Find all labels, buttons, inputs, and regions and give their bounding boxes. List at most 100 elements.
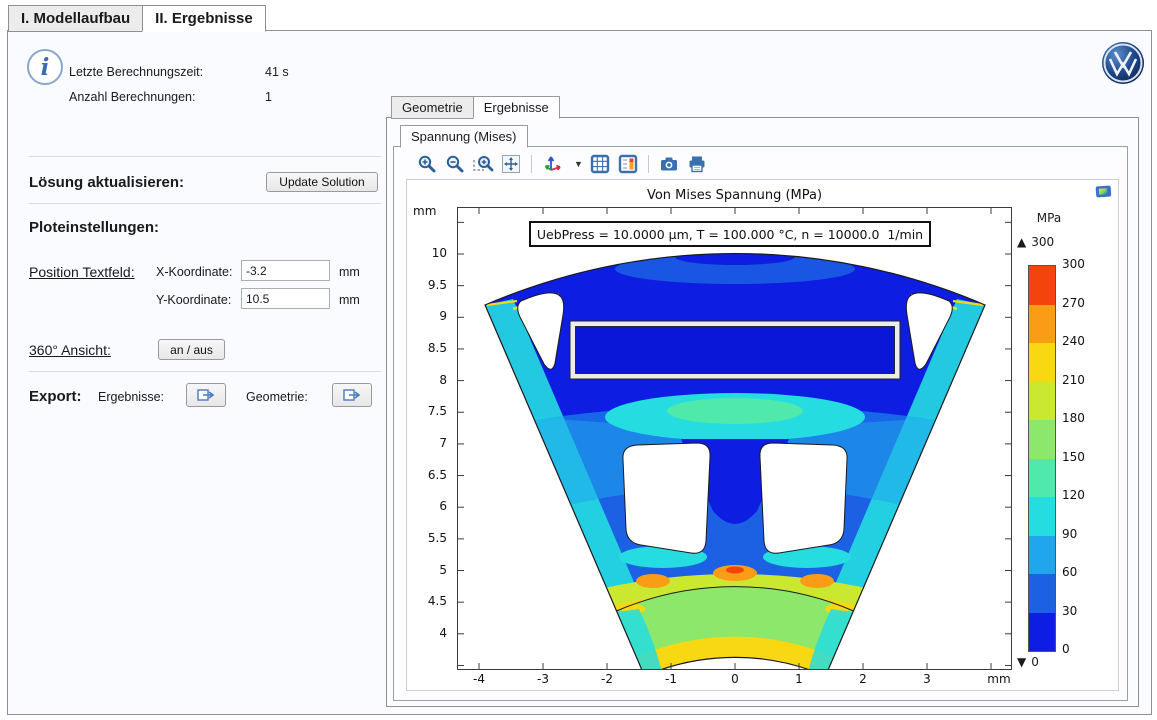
chevron-down-icon[interactable]: ▼ <box>574 159 583 169</box>
y-tick-label: 9 <box>439 309 447 323</box>
colorbar-tick-label: 120 <box>1062 488 1085 502</box>
tab-geometrie[interactable]: Geometrie <box>391 96 474 119</box>
export-icon <box>197 388 215 402</box>
plot-tabstrip: Spannung (Mises) <box>400 125 528 148</box>
colorbar-tick-label: 150 <box>1062 450 1085 464</box>
parameter-annotation: UebPress = 10.0000 µm, T = 100.000 °C, n… <box>529 221 931 247</box>
export-results-label: Ergebnisse: <box>98 390 164 404</box>
contour-field <box>457 207 1012 670</box>
results-page: i Letzte Berechnungszeit: 41 s Anzahl Be… <box>7 30 1152 715</box>
tab-ergebnisse[interactable]: II. Ergebnisse <box>142 5 266 32</box>
update-solution-label: Lösung aktualisieren: <box>29 174 184 191</box>
zoom-out-icon[interactable] <box>444 153 466 175</box>
print-icon[interactable] <box>686 153 708 175</box>
zoom-in-icon[interactable] <box>416 153 438 175</box>
colorbar-segment <box>1029 536 1055 575</box>
toolbar-separator <box>648 155 649 173</box>
last-computation-value: 41 s <box>265 65 289 79</box>
plot-window-icon[interactable] <box>1095 184 1113 203</box>
colorbar-tick-label: 0 <box>1062 642 1070 656</box>
export-results-button[interactable] <box>186 383 226 407</box>
update-solution-button[interactable]: Update Solution <box>266 172 378 192</box>
x-tick-label: 2 <box>859 672 867 686</box>
x-tick-label: -1 <box>665 672 677 686</box>
main-tabstrip: I. Modellaufbau II. Ergebnisse <box>8 5 266 32</box>
export-geometry-label: Geometrie: <box>246 390 308 404</box>
divider <box>29 371 381 372</box>
y-tick-label: 5 <box>439 563 447 577</box>
colorbar-segment <box>1029 382 1055 421</box>
info-icon: i <box>26 48 64 86</box>
tab-spannung-mises[interactable]: Spannung (Mises) <box>400 125 528 148</box>
zoom-extents-icon[interactable] <box>500 153 522 175</box>
colorbar-tick-label: 60 <box>1062 565 1077 579</box>
y-coordinate-unit: mm <box>339 293 360 307</box>
view-360-toggle-button[interactable]: an / aus <box>158 339 225 360</box>
colorbar-segment <box>1029 459 1055 498</box>
export-geometry-button[interactable] <box>332 383 372 407</box>
colorbar-segment <box>1029 420 1055 459</box>
graphics-toolbar: ▼ <box>406 151 708 177</box>
colorbar <box>1028 265 1056 652</box>
vw-logo <box>1101 41 1145 85</box>
x-tick-label: 1 <box>795 672 803 686</box>
x-coordinate-label: X-Koordinate: <box>156 265 232 279</box>
y-axis-labels: 109.598.587.576.565.554.54 <box>407 207 453 670</box>
textfield-position-label: Position Textfeld: <box>29 264 135 280</box>
show-legend-icon[interactable] <box>617 153 639 175</box>
x-axis-labels: mm -4-3-2-10123 <box>457 672 1017 688</box>
x-tick-label: 3 <box>923 672 931 686</box>
plot-settings-label: Ploteinstellungen: <box>29 219 159 236</box>
divider <box>29 156 381 157</box>
divider <box>29 203 381 204</box>
graphics-canvas[interactable]: Von Mises Spannung (MPa) mm <box>406 179 1119 691</box>
colorbar-tick-label: 90 <box>1062 527 1077 541</box>
computation-count-label: Anzahl Berechnungen: <box>69 90 195 104</box>
show-grid-icon[interactable] <box>589 153 611 175</box>
y-tick-label: 7.5 <box>428 404 447 418</box>
colorbar-tick-label: 300 <box>1062 257 1085 271</box>
y-tick-label: 6.5 <box>428 468 447 482</box>
colorbar-tick-label: 210 <box>1062 373 1085 387</box>
y-tick-label: 4 <box>439 626 447 640</box>
tab-modellaufbau[interactable]: I. Modellaufbau <box>8 5 142 32</box>
application-window: I. Modellaufbau II. Ergebnisse i Letzte … <box>0 0 1157 720</box>
tab-ergebnisse-viewer[interactable]: Ergebnisse <box>473 96 560 119</box>
y-tick-label: 9.5 <box>428 278 447 292</box>
image-snapshot-icon[interactable] <box>658 153 680 175</box>
colorbar-tick-label: 270 <box>1062 296 1085 310</box>
colorbar-segment <box>1029 574 1055 613</box>
triangle-down-icon: ▼ <box>1017 655 1026 669</box>
magnet <box>576 327 895 374</box>
x-coordinate-field[interactable]: -3.2 <box>241 260 330 281</box>
colorbar-tick-label: 30 <box>1062 604 1077 618</box>
colorbar-tick-label: 240 <box>1062 334 1085 348</box>
export-icon <box>343 388 361 402</box>
y-coordinate-label: Y-Koordinate: <box>156 293 231 307</box>
y-coordinate-field[interactable]: 10.5 <box>241 288 330 309</box>
y-tick-label: 8 <box>439 373 447 387</box>
export-label: Export: <box>29 388 82 405</box>
flux-barrier-left <box>623 443 710 553</box>
colorbar-max: ▲ 300 <box>1017 235 1054 249</box>
flux-barrier-right <box>760 443 847 553</box>
colorbar-segment <box>1029 266 1055 305</box>
zoom-box-icon[interactable] <box>472 153 494 175</box>
viewer-tabstrip: Geometrie Ergebnisse <box>391 96 560 119</box>
toolbar-separator <box>531 155 532 173</box>
colorbar-tick-label: 180 <box>1062 411 1085 425</box>
triangle-up-icon: ▲ <box>1017 235 1026 249</box>
go-to-default-view-icon[interactable] <box>541 153 567 175</box>
x-axis-unit: mm <box>987 672 1010 686</box>
colorbar-labels: 3002702402101801501209060300 <box>1062 265 1102 650</box>
colorbar-segment <box>1029 305 1055 344</box>
view-360-label: 360° Ansicht: <box>29 342 111 358</box>
stress-contour-plot <box>457 207 1012 670</box>
x-tick-label: -2 <box>601 672 613 686</box>
y-tick-label: 8.5 <box>428 341 447 355</box>
y-tick-label: 4.5 <box>428 594 447 608</box>
x-tick-label: 0 <box>731 672 739 686</box>
y-tick-label: 7 <box>439 436 447 450</box>
x-tick-label: -3 <box>537 672 549 686</box>
colorbar-min: ▼ 0 <box>1017 655 1039 669</box>
